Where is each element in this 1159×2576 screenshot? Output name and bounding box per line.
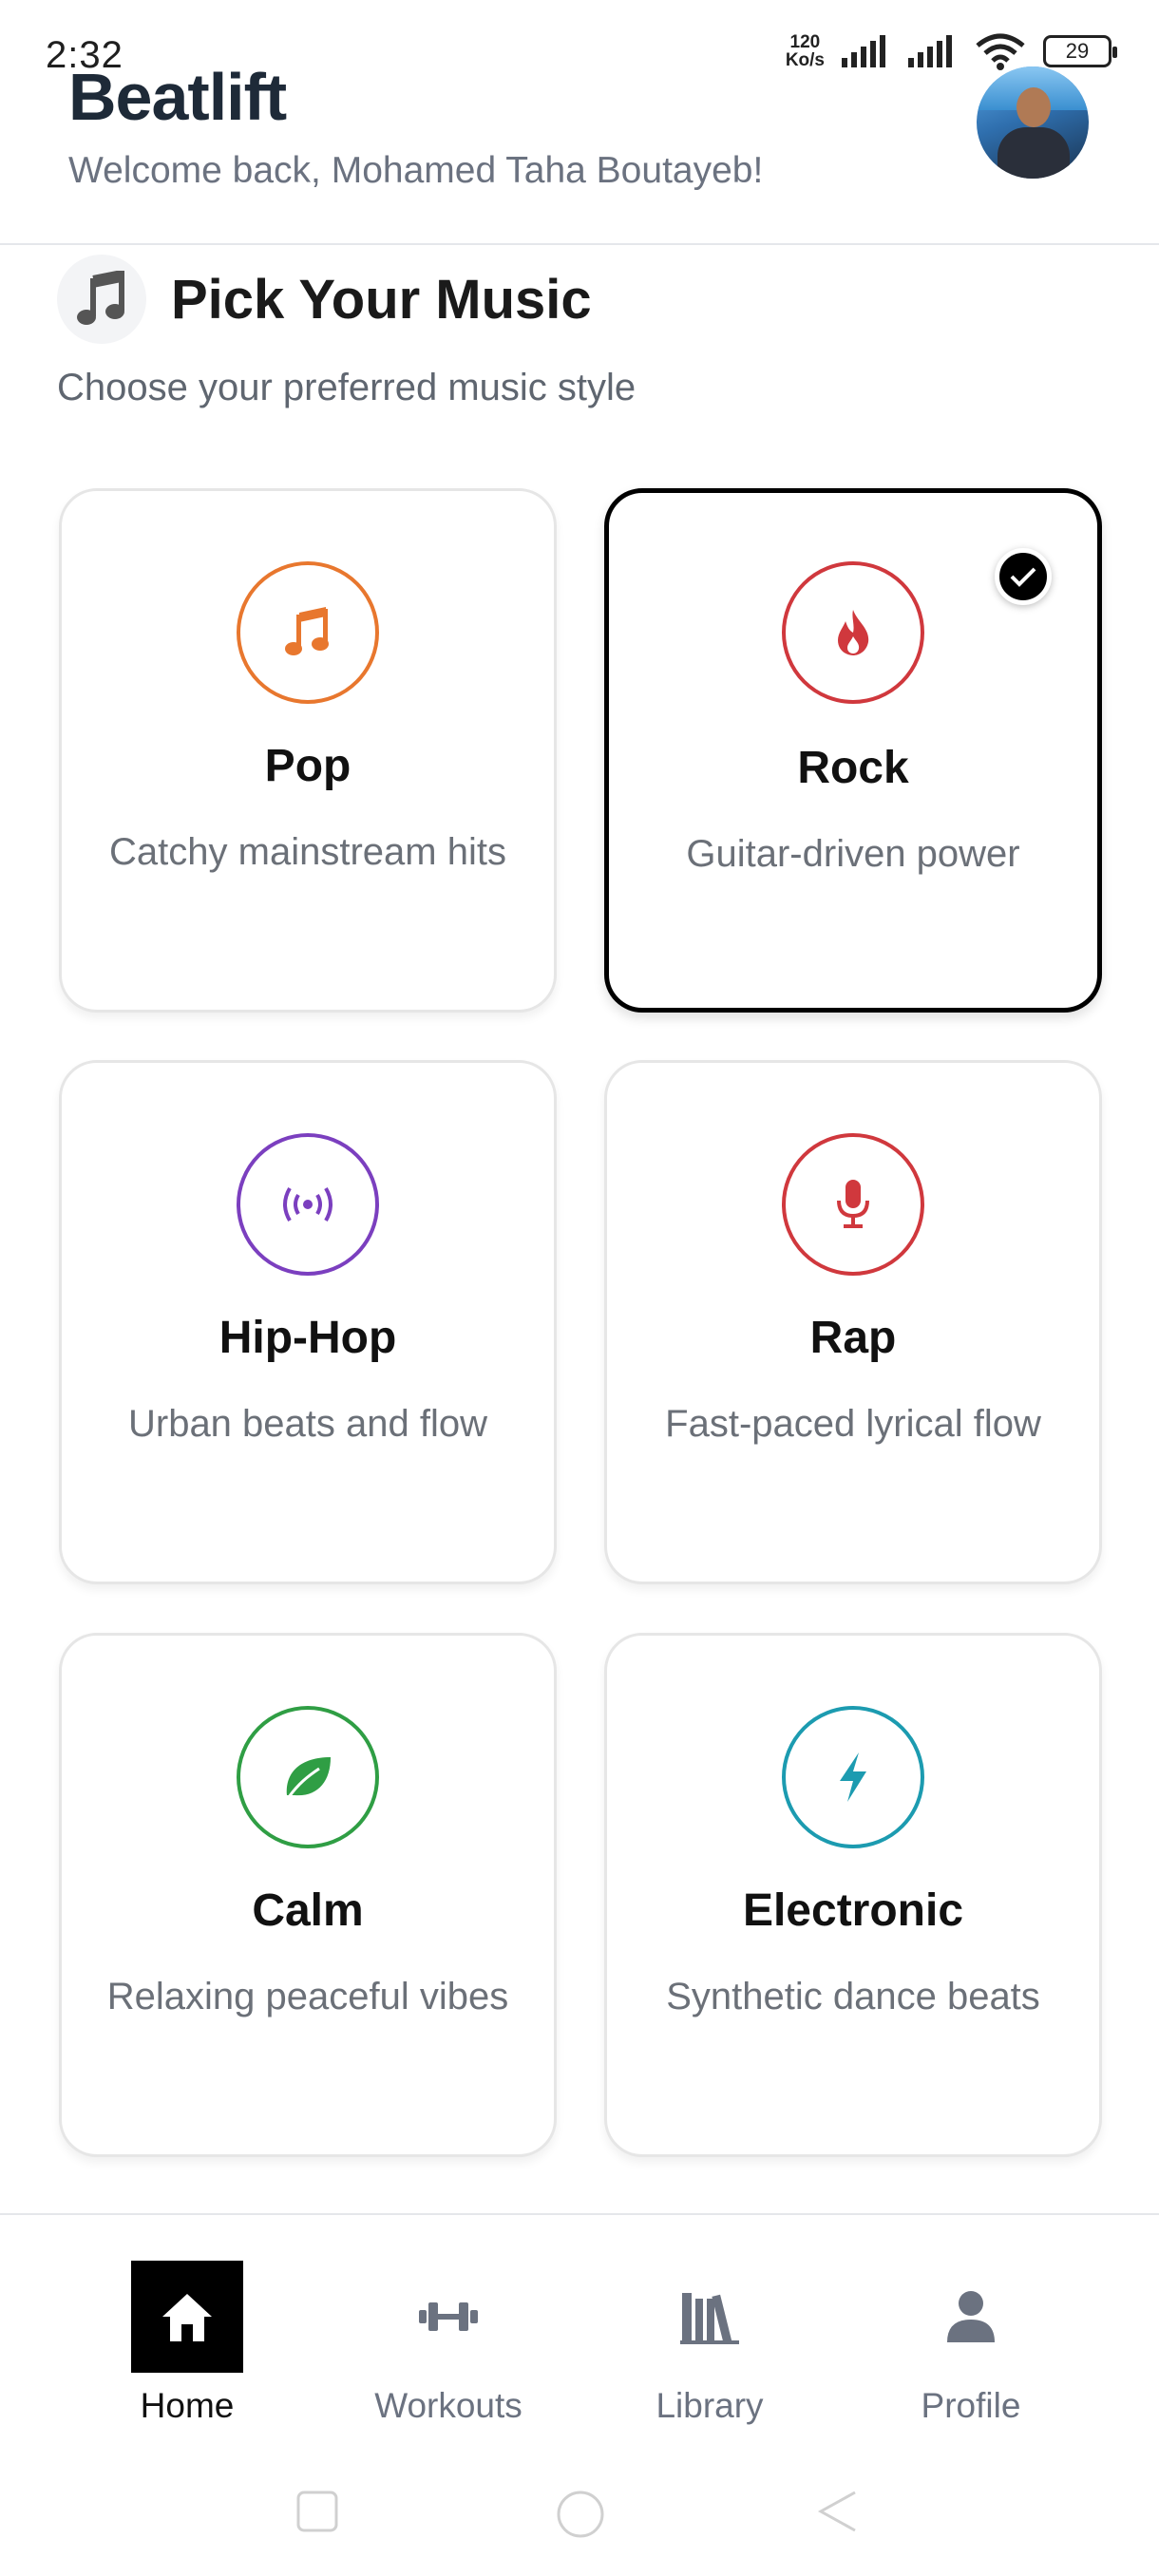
signal-icon bbox=[842, 35, 885, 67]
network-speed: 120 Ko/s bbox=[786, 33, 825, 69]
header-divider bbox=[0, 243, 1159, 245]
status-icons: 120 Ko/s 29 bbox=[786, 32, 1117, 70]
lightning-icon bbox=[782, 1706, 924, 1848]
system-recents-icon[interactable] bbox=[294, 2489, 340, 2534]
person-icon bbox=[915, 2261, 1027, 2373]
nav-home[interactable]: Home bbox=[92, 2261, 282, 2426]
avatar[interactable] bbox=[977, 66, 1089, 179]
selected-check-icon bbox=[995, 548, 1052, 605]
home-icon bbox=[131, 2261, 243, 2373]
network-speed-unit: Ko/s bbox=[785, 50, 825, 70]
genre-title: Rap bbox=[809, 1313, 897, 1363]
genre-title: Rock bbox=[797, 743, 909, 793]
system-back-icon[interactable] bbox=[817, 2489, 859, 2534]
genre-card-pop[interactable]: Pop Catchy mainstream hits bbox=[59, 488, 557, 1013]
genre-card-hip-hop[interactable]: Hip-Hop Urban beats and flow bbox=[59, 1060, 557, 1584]
system-home-icon[interactable] bbox=[555, 2489, 606, 2540]
music-note-icon bbox=[237, 561, 379, 704]
library-icon bbox=[654, 2261, 766, 2373]
microphone-icon bbox=[782, 1133, 924, 1276]
signal-icon-2 bbox=[908, 35, 952, 67]
genre-title: Hip-Hop bbox=[218, 1313, 397, 1363]
broadcast-icon bbox=[237, 1133, 379, 1276]
app-title: Beatlift bbox=[68, 60, 287, 134]
music-note-icon bbox=[57, 255, 146, 344]
genre-card-calm[interactable]: Calm Relaxing peaceful vibes bbox=[59, 1633, 557, 2157]
dumbbell-icon bbox=[392, 2261, 504, 2373]
section-subtitle: Choose your preferred music style bbox=[57, 367, 636, 408]
genre-card-electronic[interactable]: Electronic Synthetic dance beats bbox=[604, 1633, 1102, 2157]
genre-description: Urban beats and flow bbox=[127, 1403, 487, 1445]
bottom-nav-divider bbox=[0, 2213, 1159, 2215]
wifi-icon bbox=[976, 33, 1025, 70]
nav-label: Workouts bbox=[374, 2386, 522, 2425]
nav-workouts[interactable]: Workouts bbox=[353, 2261, 543, 2426]
genre-description: Guitar-driven power bbox=[686, 833, 1020, 875]
genre-description: Relaxing peaceful vibes bbox=[106, 1976, 509, 2017]
genre-card-rap[interactable]: Rap Fast-paced lyrical flow bbox=[604, 1060, 1102, 1584]
nav-label: Library bbox=[656, 2386, 764, 2425]
nav-library[interactable]: Library bbox=[615, 2261, 805, 2426]
genre-card-rock[interactable]: Rock Guitar-driven power bbox=[604, 488, 1102, 1013]
leaf-icon bbox=[237, 1706, 379, 1848]
genre-title: Calm bbox=[252, 1885, 364, 1936]
welcome-message: Welcome back, Mohamed Taha Boutayeb! bbox=[68, 150, 764, 191]
genre-title: Pop bbox=[264, 741, 352, 791]
network-speed-value: 120 bbox=[789, 32, 821, 52]
section-title: Pick Your Music bbox=[171, 269, 592, 331]
nav-profile[interactable]: Profile bbox=[876, 2261, 1066, 2426]
genre-description: Synthetic dance beats bbox=[666, 1976, 1040, 2017]
genre-title: Electronic bbox=[742, 1885, 964, 1936]
nav-label: Profile bbox=[921, 2386, 1021, 2425]
genre-description: Catchy mainstream hits bbox=[109, 831, 506, 873]
nav-label: Home bbox=[140, 2386, 235, 2425]
genre-description: Fast-paced lyrical flow bbox=[665, 1403, 1041, 1445]
flame-icon bbox=[782, 561, 924, 704]
battery-indicator: 29 bbox=[1043, 35, 1117, 67]
